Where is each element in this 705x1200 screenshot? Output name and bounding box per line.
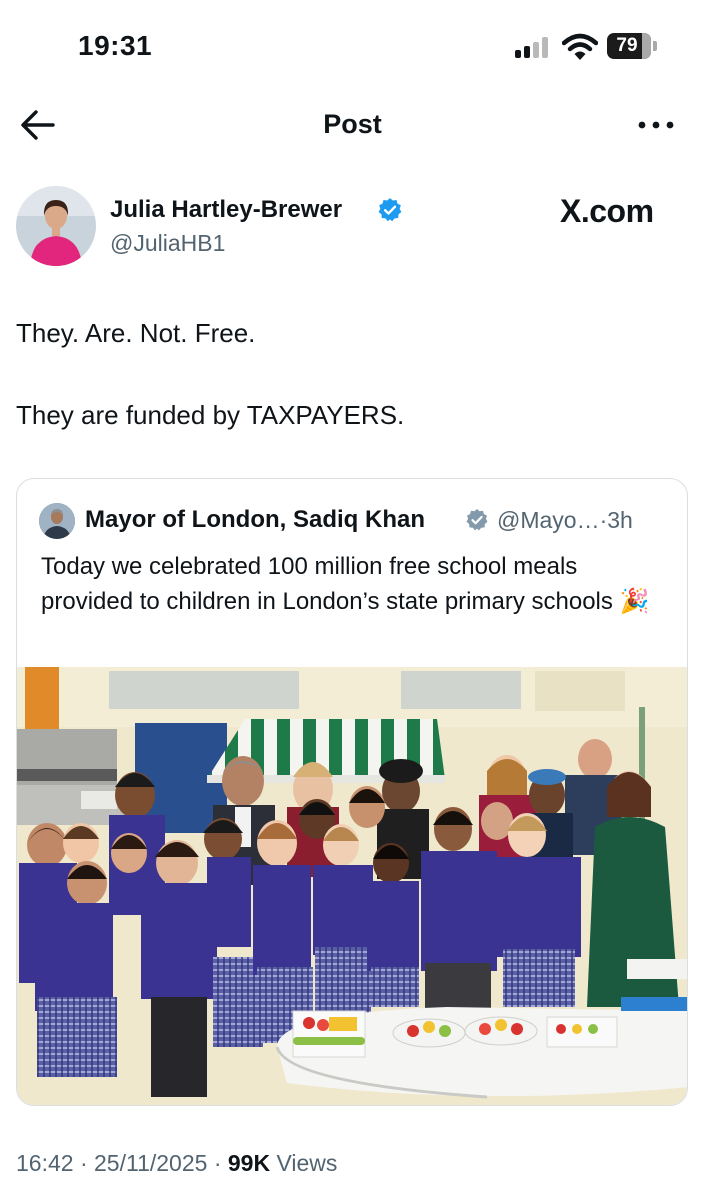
quote-author-handle: @Mayo… [497, 507, 600, 533]
verified-badge-icon [378, 198, 402, 222]
source-label: X.com [560, 193, 654, 229]
wifi-icon [562, 33, 598, 60]
post-date: 25/11/2025 [94, 1150, 208, 1176]
more-horizontal-icon[interactable] [634, 107, 678, 143]
author-avatar[interactable] [16, 186, 96, 266]
quote-author-avatar [39, 503, 75, 539]
verified-badge-gray-icon [466, 509, 488, 531]
post-timestamp-line: 16:42 · 25/11/2025 · 99K Views [16, 1150, 337, 1177]
battery-icon: 79 [607, 33, 657, 59]
party-popper-icon: 🎉 [619, 588, 650, 615]
views-count[interactable]: 99K [228, 1150, 270, 1176]
post-text-line: They. Are. Not. Free. [16, 318, 256, 348]
footer-separator: · [213, 1150, 222, 1176]
author-handle[interactable]: @JuliaHB1 [110, 230, 225, 257]
views-label: Views [276, 1150, 338, 1176]
quote-text: Today we celebrated 100 million free sch… [41, 549, 671, 619]
quoted-post-card[interactable]: Mayor of London, Sadiq Khan @Mayo…·3h To… [16, 478, 688, 1106]
status-time: 19:31 [78, 30, 153, 61]
page-title: Post [323, 109, 382, 139]
top-nav: Post [0, 95, 705, 155]
post-time: 16:42 [16, 1150, 74, 1176]
quote-text-body: Today we celebrated 100 million free sch… [41, 553, 613, 615]
author-name[interactable]: Julia Hartley-Brewer [110, 196, 342, 224]
group-photo-school-children-icon[interactable] [17, 667, 688, 1106]
quote-author-name: Mayor of London, Sadiq Khan [85, 506, 425, 533]
signal-strength-icon [515, 36, 551, 58]
post-text-line: They are funded by TAXPAYERS. [16, 400, 405, 430]
quote-meta: @Mayo…·3h [497, 507, 633, 534]
footer-separator: · [79, 1150, 88, 1176]
status-bar: 19:31 79 [0, 0, 705, 95]
quote-age: 3h [607, 507, 633, 533]
battery-level: 79 [616, 35, 638, 56]
